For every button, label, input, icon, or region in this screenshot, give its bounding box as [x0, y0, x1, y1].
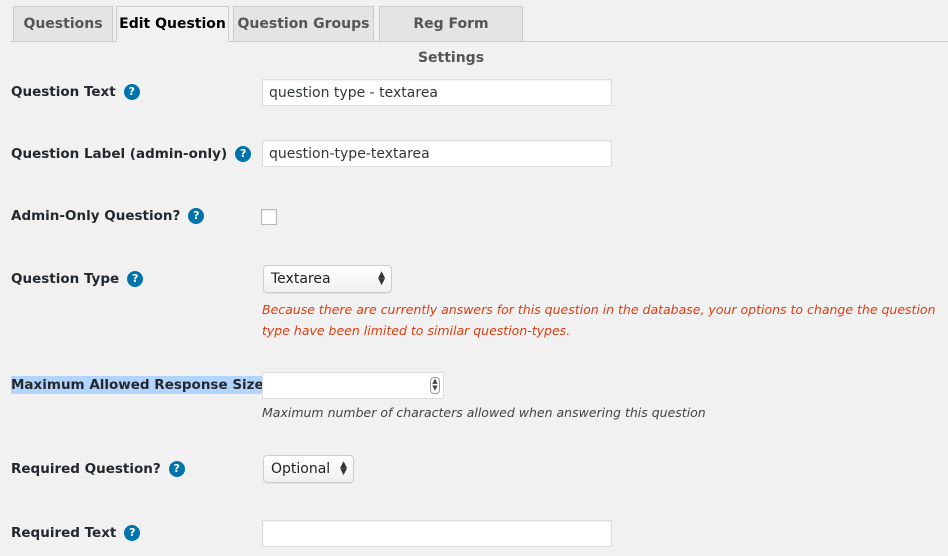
help-icon[interactable]: ? — [123, 84, 140, 100]
required-text-label: Required Text — [11, 525, 117, 541]
max-response-size-description: Maximum number of characters allowed whe… — [262, 405, 706, 420]
question-type-warning: Because there are currently answers for … — [262, 302, 936, 338]
admin-only-checkbox[interactable] — [261, 209, 277, 225]
question-type-selected-value: Textarea — [271, 271, 331, 287]
question-label-input[interactable] — [262, 140, 612, 167]
admin-only-label: Admin-Only Question? — [11, 208, 181, 224]
question-text-label-row: Question Text ? — [11, 84, 140, 100]
required-question-select[interactable]: Optional ▲ ▼ — [263, 455, 354, 483]
max-response-size-label-row: Maximum Allowed Response Size — [11, 376, 264, 394]
arrow-down-icon: ▼ — [378, 277, 385, 287]
help-icon[interactable]: ? — [124, 525, 141, 541]
tab-reg-form-settings[interactable]: Reg Form Settings — [379, 6, 523, 66]
question-text-label: Question Text — [11, 84, 116, 100]
required-question-label-row: Required Question? ? — [11, 461, 185, 477]
required-text-input[interactable] — [262, 520, 612, 547]
question-label-label: Question Label (admin-only) — [11, 146, 228, 162]
required-question-label: Required Question? — [11, 461, 161, 477]
max-response-size-label: Maximum Allowed Response Size — [11, 376, 264, 394]
required-text-label-row: Required Text ? — [11, 525, 141, 541]
arrow-down-icon: ▼ — [340, 467, 347, 477]
number-spinner[interactable]: ▲ ▼ — [430, 377, 440, 394]
spinner-down-icon[interactable]: ▼ — [431, 385, 439, 392]
question-label-label-row: Question Label (admin-only) ? — [11, 146, 252, 162]
tab-question-groups[interactable]: Question Groups — [233, 6, 374, 41]
help-icon[interactable]: ? — [235, 146, 252, 162]
help-icon[interactable]: ? — [127, 271, 144, 287]
select-arrows-icon: ▲ ▼ — [340, 456, 347, 482]
help-icon[interactable]: ? — [188, 208, 205, 224]
help-icon[interactable]: ? — [168, 461, 185, 477]
required-question-selected-value: Optional — [271, 461, 331, 477]
admin-only-label-row: Admin-Only Question? ? — [11, 208, 205, 224]
question-type-select[interactable]: Textarea ▲ ▼ — [263, 265, 392, 293]
select-arrows-icon: ▲ ▼ — [378, 266, 385, 292]
tab-bar: Questions Edit Question Question Groups … — [0, 0, 948, 66]
question-text-input[interactable] — [262, 79, 612, 106]
question-type-label-row: Question Type ? — [11, 271, 144, 287]
question-type-label: Question Type — [11, 271, 120, 287]
max-response-size-input[interactable]: ▲ ▼ — [262, 372, 444, 399]
tab-questions[interactable]: Questions — [13, 6, 113, 41]
tab-edit-question[interactable]: Edit Question — [116, 6, 229, 42]
